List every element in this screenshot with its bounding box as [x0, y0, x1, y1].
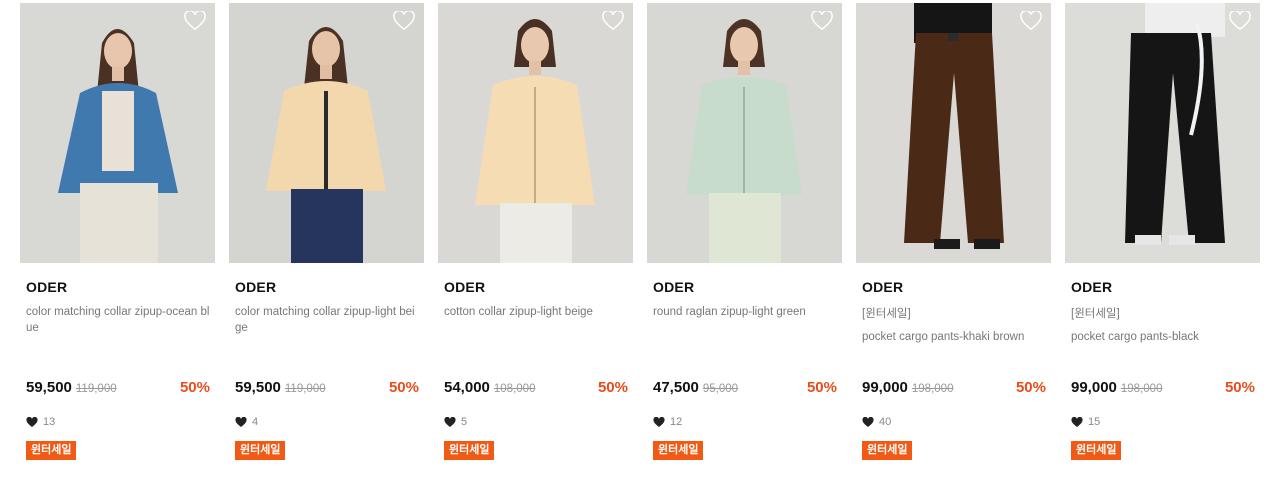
product-card[interactable]: ODER color matching collar zipup-ocean b… [20, 3, 215, 473]
product-name[interactable]: round raglan zipup-light green [653, 304, 837, 352]
discount-rate: 50% [1224, 379, 1255, 396]
price-row: 59,500 119,000 50% [235, 379, 419, 396]
original-price: 108,000 [493, 383, 536, 395]
original-price: 198,000 [911, 383, 954, 395]
sale-badge: 윈터세일 [444, 441, 495, 460]
price-row: 99,000 198,000 50% [862, 379, 1046, 396]
sale-badge: 윈터세일 [862, 441, 913, 460]
heart-outline-icon[interactable] [393, 11, 415, 31]
product-card[interactable]: ODER round raglan zipup-light green 47,5… [647, 3, 842, 473]
heart-filled-icon [235, 416, 247, 427]
sale-badge: 윈터세일 [235, 441, 286, 460]
sale-price: 47,500 [653, 379, 699, 396]
heart-outline-icon[interactable] [811, 11, 833, 31]
heart-filled-icon [653, 416, 665, 427]
heart-filled-icon [1071, 416, 1083, 427]
product-name[interactable]: color matching collar zipup-ocean blue [26, 304, 210, 352]
like-count: 15 [1071, 416, 1100, 428]
heart-filled-icon [862, 416, 874, 427]
product-image[interactable] [1065, 3, 1260, 263]
heart-filled-icon [444, 416, 456, 427]
product-image[interactable] [229, 3, 424, 263]
product-image[interactable] [20, 3, 215, 263]
product-card[interactable]: ODER color matching collar zipup-light b… [229, 3, 424, 473]
like-count: 12 [653, 416, 682, 428]
product-tag: [윈터세일] [862, 308, 911, 320]
sale-price: 59,500 [26, 379, 72, 396]
product-card[interactable]: ODER [윈터세일] pocket cargo pants-black 99,… [1065, 3, 1260, 473]
like-count: 40 [862, 416, 891, 428]
discount-rate: 50% [806, 379, 837, 396]
like-count: 13 [26, 416, 55, 428]
like-count-value: 12 [670, 416, 683, 428]
brand-name[interactable]: ODER [1071, 279, 1255, 295]
discount-rate: 50% [388, 379, 419, 396]
like-count-value: 5 [461, 416, 468, 428]
brand-name[interactable]: ODER [444, 279, 628, 295]
original-price: 119,000 [284, 383, 326, 395]
discount-rate: 50% [179, 379, 210, 396]
heart-outline-icon[interactable] [1020, 11, 1042, 31]
price-row: 99,000 198,000 50% [1071, 379, 1255, 396]
product-image[interactable] [438, 3, 633, 263]
sale-price: 99,000 [862, 379, 908, 396]
product-name[interactable]: pocket cargo pants-black [1071, 329, 1255, 377]
product-tag: [윈터세일] [1071, 308, 1120, 320]
like-count-value: 4 [252, 416, 259, 428]
sale-badge: 윈터세일 [653, 441, 704, 460]
product-image[interactable] [856, 3, 1051, 263]
price-row: 59,500 119,000 50% [26, 379, 210, 396]
sale-price: 54,000 [444, 379, 490, 396]
discount-rate: 50% [1015, 379, 1046, 396]
like-count-value: 40 [879, 416, 892, 428]
original-price: 95,000 [702, 383, 739, 395]
price-row: 47,500 95,000 50% [653, 379, 837, 396]
product-name[interactable]: cotton collar zipup-light beige [444, 304, 628, 352]
product-card[interactable]: ODER [윈터세일] pocket cargo pants-khaki bro… [856, 3, 1051, 473]
product-image[interactable] [647, 3, 842, 263]
heart-outline-icon[interactable] [602, 11, 624, 31]
product-name[interactable]: color matching collar zipup-light beige [235, 304, 419, 352]
original-price: 119,000 [75, 383, 117, 395]
heart-outline-icon[interactable] [184, 11, 206, 31]
heart-outline-icon[interactable] [1229, 11, 1251, 31]
sale-badge: 윈터세일 [1071, 441, 1122, 460]
product-name[interactable]: pocket cargo pants-khaki brown [862, 329, 1046, 377]
like-count-value: 15 [1088, 416, 1101, 428]
product-grid: ODER color matching collar zipup-ocean b… [20, 3, 1260, 473]
brand-name[interactable]: ODER [26, 279, 210, 295]
original-price: 198,000 [1120, 383, 1163, 395]
like-count: 5 [444, 416, 467, 428]
like-count: 4 [235, 416, 258, 428]
discount-rate: 50% [597, 379, 628, 396]
like-count-value: 13 [43, 416, 56, 428]
sale-price: 59,500 [235, 379, 281, 396]
price-row: 54,000 108,000 50% [444, 379, 628, 396]
sale-badge: 윈터세일 [26, 441, 77, 460]
brand-name[interactable]: ODER [862, 279, 1046, 295]
brand-name[interactable]: ODER [653, 279, 837, 295]
brand-name[interactable]: ODER [235, 279, 419, 295]
product-card[interactable]: ODER cotton collar zipup-light beige 54,… [438, 3, 633, 473]
sale-price: 99,000 [1071, 379, 1117, 396]
heart-filled-icon [26, 416, 38, 427]
